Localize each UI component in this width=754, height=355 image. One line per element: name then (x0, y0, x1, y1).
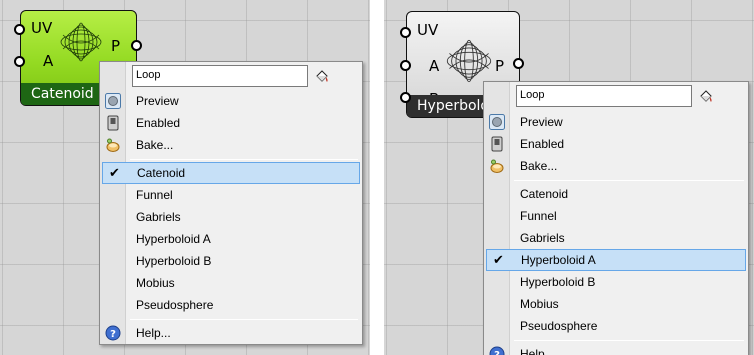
menu-option-gabriels[interactable]: Gabriels (486, 227, 746, 249)
checkmark-icon: ✔ (493, 252, 504, 267)
menu-item-preview[interactable]: Preview (102, 90, 360, 112)
menu-item-preview[interactable]: Preview (486, 111, 746, 133)
menu-separator (130, 319, 358, 320)
input-uv-label: UV (31, 19, 53, 37)
help-icon: ? (489, 346, 505, 355)
menu-separator (514, 340, 744, 341)
menu-separator (130, 159, 358, 160)
nickname-input[interactable]: Loop (132, 65, 308, 87)
menu-option-pseudosphere[interactable]: Pseudosphere (102, 294, 360, 316)
menu-option-catenoid[interactable]: ✔ Catenoid (102, 162, 360, 184)
menu-item-bake[interactable]: Bake... (102, 134, 360, 156)
menu-option-funnel[interactable]: Funnel (486, 205, 746, 227)
menu-option-hyperboloid-b[interactable]: Hyperboloid B (102, 250, 360, 272)
catenoid-surface-icon (60, 22, 102, 62)
output-p-label: P (495, 57, 505, 75)
menu-item-bake[interactable]: Bake... (486, 155, 746, 177)
output-grip-p[interactable] (513, 58, 524, 69)
hyperboloid-surface-icon (446, 39, 492, 83)
preview-icon (489, 114, 505, 130)
checkmark-icon: ✔ (109, 165, 120, 180)
bake-icon (490, 159, 504, 173)
enabled-icon (107, 115, 119, 131)
output-p-label: P (111, 37, 121, 55)
input-grip-uv[interactable] (14, 24, 25, 35)
menu-separator (514, 180, 744, 181)
bake-icon (106, 138, 120, 152)
svg-text:?: ? (110, 329, 116, 340)
menu-option-mobius[interactable]: Mobius (102, 272, 360, 294)
menu-item-help[interactable]: ? Help... (102, 322, 360, 344)
context-menu: Loop Preview Enabled (483, 81, 749, 355)
context-menu: Loop Preview Enabled (99, 61, 363, 345)
menu-option-mobius[interactable]: Mobius (486, 293, 746, 315)
paint-bucket-icon[interactable] (314, 69, 330, 85)
menu-option-hyperboloid-a[interactable]: Hyperboloid A (102, 228, 360, 250)
input-a-label: A (43, 52, 54, 70)
menu-option-hyperboloid-b[interactable]: Hyperboloid B (486, 271, 746, 293)
screenshot-root: UV A P Catenoid Loop Preview Enabled Bak… (0, 0, 754, 355)
output-grip-p[interactable] (131, 40, 142, 51)
paint-bucket-icon[interactable] (698, 89, 714, 105)
enabled-icon (491, 136, 503, 152)
input-grip-a[interactable] (14, 56, 25, 67)
input-a-label: A (429, 57, 440, 75)
menu-option-catenoid[interactable]: Catenoid (486, 183, 746, 205)
canvas-right[interactable]: UV A B P Hyperboloid A Loop (384, 0, 754, 355)
input-grip-a[interactable] (400, 60, 411, 71)
menu-item-enabled[interactable]: Enabled (486, 133, 746, 155)
input-uv-label: UV (417, 21, 439, 39)
menu-option-funnel[interactable]: Funnel (102, 184, 360, 206)
menu-option-hyperboloid-a[interactable]: ✔ Hyperboloid A (486, 249, 746, 271)
svg-text:?: ? (494, 350, 500, 355)
input-grip-uv[interactable] (400, 27, 411, 38)
menu-option-pseudosphere[interactable]: Pseudosphere (486, 315, 746, 337)
menu-option-gabriels[interactable]: Gabriels (102, 206, 360, 228)
canvas-left[interactable]: UV A P Catenoid Loop Preview Enabled Bak… (0, 0, 370, 355)
help-icon: ? (105, 325, 121, 341)
menu-item-enabled[interactable]: Enabled (102, 112, 360, 134)
menu-item-help[interactable]: ? Help... (486, 343, 746, 355)
preview-icon (105, 93, 121, 109)
nickname-input[interactable]: Loop (516, 85, 692, 107)
input-grip-b[interactable] (400, 92, 411, 103)
